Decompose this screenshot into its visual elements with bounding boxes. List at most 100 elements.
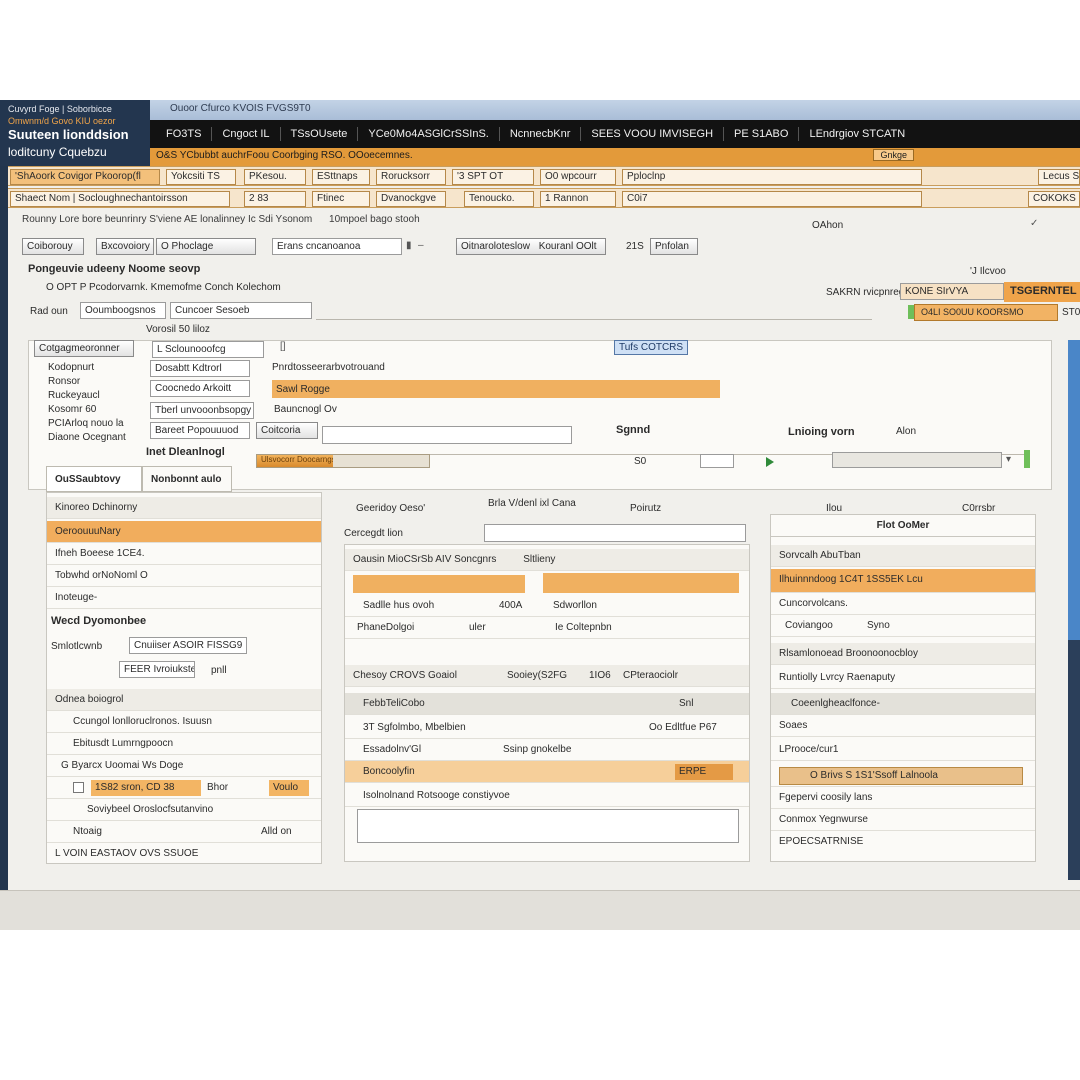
form-field[interactable]: Tberl unvooonbsopgy — [150, 402, 254, 419]
section-subtitle: O OPT P Pcodorvarnk. Kmemofme Conch Kole… — [46, 282, 281, 293]
list-item[interactable]: Ilhuinnndoog 1C4T 1SS5EK Lcu — [771, 569, 1035, 593]
list-item[interactable]: Soviybeel Oroslocfsutanvino — [47, 799, 321, 821]
list-item[interactable]: Fgepervi coosily lans — [771, 787, 1035, 809]
toolbar-button[interactable]: Coiborouy — [22, 238, 84, 255]
toolbar-cell[interactable]: Pploclnp — [622, 169, 922, 185]
toolbar-cell[interactable]: 2 83 — [244, 191, 306, 207]
list-item[interactable]: O Brivs S 1S1'Ssoff Lalnoola — [771, 765, 1035, 787]
list-item[interactable]: Runtiolly Lvrcy Raenaputy — [771, 667, 1035, 689]
form-field[interactable]: L Sclounooofcg — [152, 341, 264, 358]
search-value-field[interactable]: KONE SIrVYA — [900, 283, 1004, 300]
menu-item[interactable]: PE S1ABO — [724, 127, 800, 141]
toolbar-cell[interactable]: Lecus S — [1038, 169, 1080, 185]
cell: Essadolnv'Gl — [363, 744, 422, 755]
list-item[interactable]: 3T Sgfolmbo, Mbelbien Oo Edltfue P67 — [345, 717, 749, 739]
list-item[interactable]: L VOIN EASTAOV OVS SSUOE — [47, 843, 321, 865]
toolbar-cell[interactable]: Rorucksorr — [376, 169, 446, 185]
toolbar-cell[interactable]: O0 wpcourr — [540, 169, 616, 185]
cell: Oo Edltfue P67 — [649, 722, 717, 733]
toolbar-cell[interactable]: Dvanockgve — [376, 191, 446, 207]
text-input[interactable] — [484, 524, 746, 542]
text-field[interactable]: Ooumboogsnos — [80, 302, 166, 319]
table-row[interactable]: Sadlle hus ovoh 400A Sdworllon — [345, 595, 749, 617]
toolbar-button[interactable]: O Phoclage — [156, 238, 256, 255]
toolbar-button[interactable]: Pnfolan — [650, 238, 698, 255]
toolbar-cell[interactable]: PKesou. — [244, 169, 306, 185]
list-item[interactable]: EPOECSATRNISE — [771, 831, 1035, 853]
form-field[interactable]: Coocnedo Arkoitt — [150, 380, 250, 397]
list-item[interactable]: Ccungol lonlloruclronos. Isuusn — [47, 711, 321, 733]
search-field[interactable]: Erans cncanoanoa — [272, 238, 402, 255]
menu-item[interactable]: LEndrgiov STCATN — [799, 127, 915, 141]
toolbar-button[interactable]: Bxcovoiory — [96, 238, 154, 255]
menu-item[interactable]: FO3TS — [156, 127, 213, 141]
menu-item[interactable]: Cngoct IL — [212, 127, 281, 141]
table-row[interactable]: PhaneDolgoi uler Ie Coltepnbn — [345, 617, 749, 639]
list-item[interactable]: Coviangoo Syno — [771, 615, 1035, 637]
menu-item[interactable]: SEES VOOU IMVISEGH — [581, 127, 725, 141]
form-field[interactable]: Bareet Popouuuod — [150, 422, 250, 439]
list-item[interactable]: LProoce/cur1 — [771, 739, 1035, 761]
list-item[interactable]: Ntoaig Alld on — [47, 821, 321, 843]
dropdown-icon[interactable]: ▮ — [406, 240, 412, 251]
action-button[interactable]: O4LI SO0UU KOORSMO — [914, 304, 1058, 321]
toolbar-cell[interactable]: '3 SPT OT — [452, 169, 534, 185]
toolbar-button[interactable]: Oitnaroloteslow Kouranl OOlt — [456, 238, 606, 255]
chevron-down-icon[interactable]: ▾ — [1006, 454, 1011, 465]
list-item[interactable]: Isolnolnand Rotsooge constiyvoe — [345, 785, 749, 807]
list-item[interactable]: Essadolnv'Gl Ssinp gnokelbe — [345, 739, 749, 761]
stepper-field[interactable] — [700, 454, 734, 468]
list-item[interactable]: Conmox Yegnwurse — [771, 809, 1035, 831]
tab-subtotal[interactable]: OuSSaubtovy — [46, 466, 142, 492]
toolbar-cell[interactable]: Shaect Nom | Socloughnechantoirsson — [10, 191, 230, 207]
slider-track[interactable] — [832, 452, 1002, 468]
cell: Sdworllon — [553, 600, 597, 611]
fragment-label: Vorosil 50 liloz — [146, 324, 210, 335]
text-field[interactable]: FEER Ivroiukstes — [119, 661, 195, 678]
list-item[interactable]: 1S82 sron, CD 38 Bhor Voulo — [47, 777, 321, 799]
toolbar-cell[interactable]: 'ShAoork Covigor Pkoorop(fl — [10, 169, 160, 185]
form-button[interactable]: Cotgagmeoronner — [34, 340, 134, 357]
menu-item[interactable]: YCe0Mo4ASGlCrSSInS. — [358, 127, 500, 141]
toolbar-button-label: Kouranl OOlt — [538, 241, 597, 252]
list-item[interactable]: Ebitusdt Lumrngpoocn — [47, 733, 321, 755]
menu-item[interactable]: TSsOUsete — [281, 127, 359, 141]
toolbar-cell[interactable]: Ftinec — [312, 191, 370, 207]
list-item[interactable]: G Byarcx Uoomai Ws Doge — [47, 755, 321, 777]
form-label: Sgnnd — [616, 424, 651, 436]
toolbar-cell[interactable]: ESttnaps — [312, 169, 370, 185]
text-field[interactable]: Cuncoer Sesoeb — [170, 302, 312, 319]
form-button[interactable]: Coitcoria — [256, 422, 318, 439]
checkbox[interactable] — [73, 782, 84, 793]
tab-active[interactable]: TSGERNTEL — [1004, 282, 1080, 302]
panel-header: Sorvcalh AbuTban — [771, 545, 1035, 567]
tab-report[interactable]: Nonbonnt aulo — [142, 466, 232, 492]
highlight-bar[interactable] — [353, 575, 525, 593]
form-field[interactable]: Dosabtt Kdtrorl — [150, 360, 250, 377]
minus-icon[interactable]: – — [418, 240, 424, 251]
progress-label: O Brivs S 1S1'Ssoff Lalnoola — [779, 767, 1023, 785]
list-item[interactable]: Boncoolyfin ERPE — [345, 761, 749, 783]
list-item[interactable]: Coeenlgheaclfonce- — [771, 693, 1035, 715]
highlight-bar[interactable] — [543, 573, 739, 593]
status-button[interactable]: Tufs COTCRS — [614, 340, 689, 355]
toolbar-cell[interactable]: COKOKS — [1028, 191, 1080, 207]
status-button[interactable]: Gnkge — [873, 149, 914, 161]
menu-item[interactable]: NcnnecbKnr — [500, 127, 582, 141]
cell: 3T Sgfolmbo, Mbelbien — [363, 722, 466, 733]
list-item[interactable]: Cuncorvolcans. — [771, 593, 1035, 615]
list-item[interactable]: Soaes — [771, 715, 1035, 737]
list-item[interactable]: OeroouuuNary — [47, 521, 321, 543]
text-field[interactable]: Cnuiiser ASOIR FISSG9 — [129, 637, 247, 654]
list-item[interactable]: Ifneh Boeese 1CE4. — [47, 543, 321, 565]
notes-textarea[interactable] — [357, 809, 739, 843]
list-item[interactable]: Tobwhd orNoNoml O — [47, 565, 321, 587]
toolbar-cell[interactable]: Yokcsiti TS — [166, 169, 236, 185]
toolbar-cell[interactable]: Tenoucko. — [464, 191, 534, 207]
play-icon[interactable] — [766, 457, 774, 467]
highlight-row[interactable]: Sawl Rogge — [272, 380, 720, 398]
text-input[interactable] — [322, 426, 572, 444]
toolbar-cell[interactable]: 1 Rannon — [540, 191, 616, 207]
list-item[interactable]: Inoteuge- — [47, 587, 321, 609]
toolbar-cell[interactable]: C0i7 — [622, 191, 922, 207]
